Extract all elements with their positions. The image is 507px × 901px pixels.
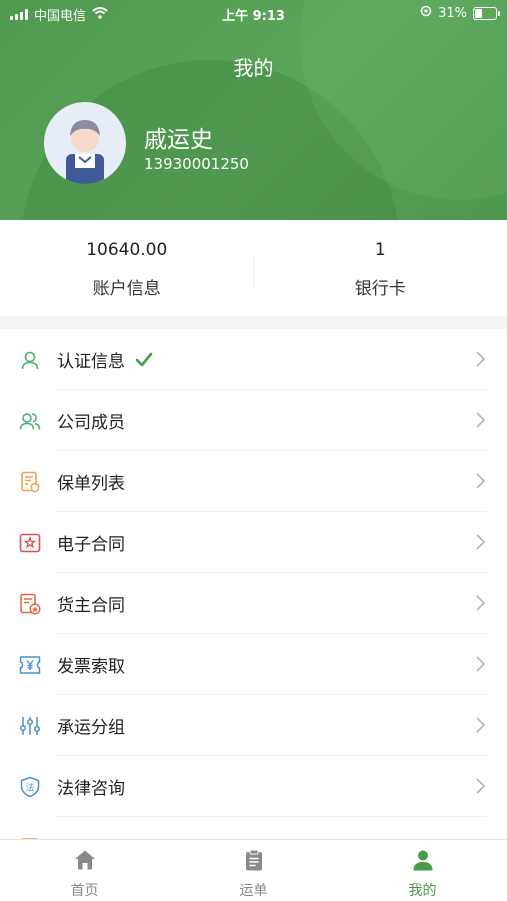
menu-item-label: 承运分组 bbox=[57, 713, 125, 738]
tab-home[interactable]: 首页 bbox=[0, 840, 169, 901]
chevron-right-icon bbox=[476, 351, 485, 371]
home-icon bbox=[74, 849, 96, 875]
avatar[interactable] bbox=[44, 102, 126, 184]
menu-item-label: 保单列表 bbox=[57, 469, 125, 494]
divider bbox=[253, 256, 254, 290]
chevron-right-icon bbox=[476, 473, 485, 493]
chevron-right-icon bbox=[476, 656, 485, 676]
settings-menu: 认证信息 公司成员 保单列表 电子合同 bbox=[0, 329, 507, 839]
shipper-contract-icon bbox=[19, 593, 41, 615]
checkmark-icon bbox=[135, 352, 153, 368]
waybill-clipboard-icon bbox=[243, 849, 265, 875]
menu-item-e-contract[interactable]: 电子合同 bbox=[0, 512, 507, 573]
menu-item-label: 发票索取 bbox=[57, 652, 125, 677]
profile-icon bbox=[412, 849, 434, 875]
stat-bank-card[interactable]: 1 银行卡 bbox=[254, 220, 507, 316]
user-outline-icon bbox=[19, 349, 41, 371]
chevron-right-icon bbox=[476, 534, 485, 554]
e-contract-stamp-icon bbox=[19, 532, 41, 554]
tab-label: 我的 bbox=[409, 880, 437, 900]
bank-card-label: 银行卡 bbox=[254, 274, 507, 299]
menu-item-label: 法律咨询 bbox=[57, 774, 125, 799]
status-bar: 中国电信 上午 9:13 31% bbox=[0, 0, 507, 28]
chevron-right-icon bbox=[476, 717, 485, 737]
sliders-icon bbox=[19, 715, 41, 737]
menu-item-policy-list[interactable]: 保单列表 bbox=[0, 451, 507, 512]
svg-text:法: 法 bbox=[26, 782, 35, 793]
chevron-right-icon bbox=[476, 595, 485, 615]
menu-item-label: 货主合同 bbox=[57, 591, 125, 616]
battery-percent: 31% bbox=[438, 6, 467, 21]
menu-item-carrier-groups[interactable]: 承运分组 bbox=[0, 695, 507, 756]
tab-profile[interactable]: 我的 bbox=[338, 840, 507, 901]
page-title: 我的 bbox=[0, 52, 507, 81]
users-icon bbox=[19, 410, 41, 432]
account-info-label: 账户信息 bbox=[0, 274, 254, 299]
menu-item-label: 电子合同 bbox=[57, 530, 125, 555]
chevron-right-icon bbox=[476, 778, 485, 798]
menu-item-verification[interactable]: 认证信息 bbox=[0, 329, 507, 390]
menu-item-label: 认证信息 bbox=[57, 347, 125, 372]
policy-document-icon bbox=[19, 471, 41, 493]
user-phone: 13930001250 bbox=[144, 155, 249, 173]
tab-waybill[interactable]: 运单 bbox=[169, 840, 338, 901]
chevron-right-icon bbox=[476, 412, 485, 432]
menu-item-legal-consultation[interactable]: 法 法律咨询 bbox=[0, 756, 507, 817]
profile-header: 中国电信 上午 9:13 31% 我的 戚运史 13930001250 bbox=[0, 0, 507, 220]
menu-item-shipper-contract[interactable]: 货主合同 bbox=[0, 573, 507, 634]
menu-item-label: 公司成员 bbox=[57, 408, 125, 433]
tab-label: 首页 bbox=[71, 880, 99, 900]
rotation-lock-icon bbox=[420, 5, 432, 21]
menu-item-partial[interactable] bbox=[0, 817, 507, 839]
battery-icon bbox=[473, 7, 497, 20]
account-balance: 10640.00 bbox=[0, 240, 254, 260]
bank-card-count: 1 bbox=[254, 240, 507, 260]
menu-item-company-members[interactable]: 公司成员 bbox=[0, 390, 507, 451]
tab-label: 运单 bbox=[240, 880, 268, 900]
account-stats: 10640.00 账户信息 1 银行卡 bbox=[0, 220, 507, 316]
tab-bar: 首页 运单 我的 bbox=[0, 839, 507, 901]
law-shield-icon: 法 bbox=[19, 776, 41, 798]
invoice-yen-icon bbox=[19, 654, 41, 676]
menu-item-invoice-request[interactable]: 发票索取 bbox=[0, 634, 507, 695]
user-name: 戚运史 bbox=[144, 120, 213, 154]
stat-account-info[interactable]: 10640.00 账户信息 bbox=[0, 220, 254, 316]
